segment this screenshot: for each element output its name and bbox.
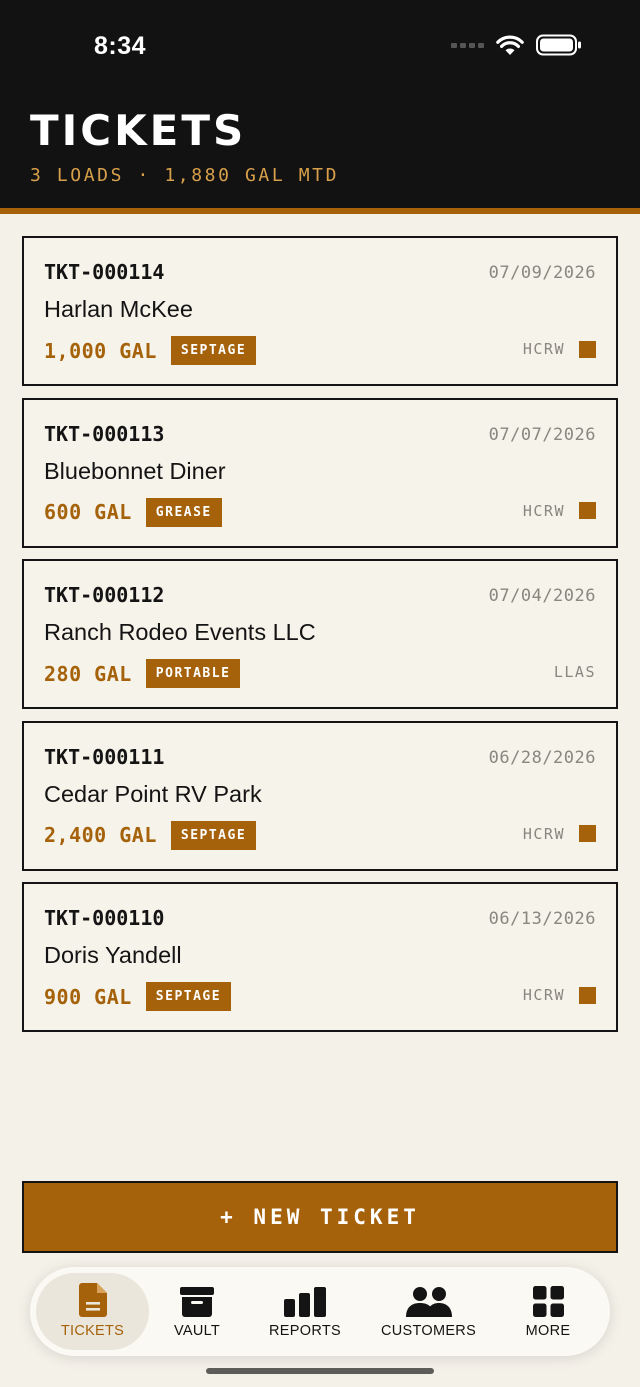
ticket-code: HCRW bbox=[522, 340, 565, 358]
ticket-type-badge: SEPTAGE bbox=[170, 820, 257, 850]
ticket-card[interactable]: TKT-000110 06/13/2026 Doris Yandell 900 … bbox=[22, 882, 618, 1032]
ticket-list: TKT-000114 07/09/2026 Harlan McKee 1,000… bbox=[22, 236, 618, 1044]
archive-box-icon bbox=[180, 1283, 214, 1317]
tab-tickets[interactable]: TICKETS bbox=[36, 1273, 149, 1350]
page-title: TICKETS bbox=[30, 106, 247, 155]
grid-icon bbox=[532, 1283, 564, 1317]
battery-icon bbox=[536, 34, 582, 56]
ticket-customer: Harlan McKee bbox=[44, 296, 193, 322]
tab-label: VAULT bbox=[173, 1323, 221, 1339]
flag-square-icon bbox=[579, 340, 596, 358]
ticket-card[interactable]: TKT-000114 07/09/2026 Harlan McKee 1,000… bbox=[22, 236, 618, 386]
ticket-gallons: 2,400 GAL bbox=[44, 823, 157, 847]
ticket-card[interactable]: TKT-000112 07/04/2026 Ranch Rodeo Events… bbox=[22, 559, 618, 709]
ticket-id: TKT-000111 bbox=[44, 744, 165, 769]
ticket-type-badge: GREASE bbox=[145, 497, 222, 527]
status-time: 8:34 bbox=[94, 32, 147, 60]
ticket-id: TKT-000112 bbox=[44, 583, 165, 607]
ticket-date: 06/13/2026 bbox=[488, 909, 596, 929]
ticket-customer: Doris Yandell bbox=[44, 942, 182, 968]
ticket-card[interactable]: TKT-000113 07/07/2026 Bluebonnet Diner 6… bbox=[22, 397, 618, 548]
ticket-code: HCRW bbox=[522, 501, 565, 520]
home-indicator[interactable] bbox=[206, 1368, 434, 1374]
new-ticket-button[interactable]: + NEW TICKET bbox=[22, 1181, 618, 1253]
document-icon bbox=[78, 1283, 107, 1317]
ticket-code: LLAS bbox=[553, 663, 596, 681]
tab-vault[interactable]: VAULT bbox=[152, 1273, 242, 1350]
ticket-type-badge: PORTABLE bbox=[145, 659, 241, 688]
tab-customers[interactable]: CUSTOMERS bbox=[370, 1273, 487, 1350]
ticket-id: TKT-000110 bbox=[44, 906, 165, 930]
tab-bar: TICKETS VAULT REPORTS CUSTOMERS MORE bbox=[30, 1267, 610, 1356]
ticket-customer: Bluebonnet Diner bbox=[44, 457, 226, 484]
users-icon bbox=[405, 1283, 452, 1317]
cellular-signal-icon bbox=[451, 42, 484, 48]
flag-square-icon bbox=[579, 825, 596, 842]
tab-reports[interactable]: REPORTS bbox=[255, 1273, 355, 1350]
tab-label: REPORTS bbox=[269, 1323, 341, 1339]
ticket-date: 07/04/2026 bbox=[488, 586, 596, 606]
bar-chart-icon bbox=[284, 1283, 326, 1317]
ticket-gallons: 1,000 GAL bbox=[44, 338, 157, 363]
tab-label: CUSTOMERS bbox=[380, 1323, 477, 1339]
flag-square-icon bbox=[579, 986, 596, 1004]
ticket-gallons: 280 GAL bbox=[44, 661, 132, 686]
ticket-type-badge: SEPTAGE bbox=[145, 982, 232, 1011]
ticket-id: TKT-000113 bbox=[44, 421, 165, 446]
ticket-gallons: 900 GAL bbox=[44, 984, 132, 1009]
ticket-customer: Ranch Rodeo Events LLC bbox=[44, 619, 316, 645]
ticket-customer: Cedar Point RV Park bbox=[44, 780, 262, 807]
header: 8:34 TICKETS 3 LOADS · 1,880 GAL MTD bbox=[0, 0, 640, 214]
status-icons bbox=[451, 34, 582, 56]
ticket-gallons: 600 GAL bbox=[44, 500, 132, 524]
ticket-type-badge: SEPTAGE bbox=[170, 336, 257, 365]
ticket-card[interactable]: TKT-000111 06/28/2026 Cedar Point RV Par… bbox=[22, 720, 618, 871]
ticket-code: HCRW bbox=[522, 824, 565, 843]
ticket-code: HCRW bbox=[522, 986, 565, 1004]
ticket-date: 07/09/2026 bbox=[488, 263, 596, 283]
ticket-date: 07/07/2026 bbox=[488, 424, 596, 445]
tab-more[interactable]: MORE bbox=[502, 1273, 594, 1350]
ticket-date: 06/28/2026 bbox=[488, 747, 596, 768]
wifi-icon bbox=[496, 35, 524, 56]
ticket-id: TKT-000114 bbox=[44, 260, 165, 284]
tab-label: TICKETS bbox=[60, 1323, 125, 1339]
flag-square-icon bbox=[579, 502, 596, 519]
page-subtitle: 3 LOADS · 1,880 GAL MTD bbox=[30, 165, 340, 186]
tab-label: MORE bbox=[525, 1323, 571, 1339]
